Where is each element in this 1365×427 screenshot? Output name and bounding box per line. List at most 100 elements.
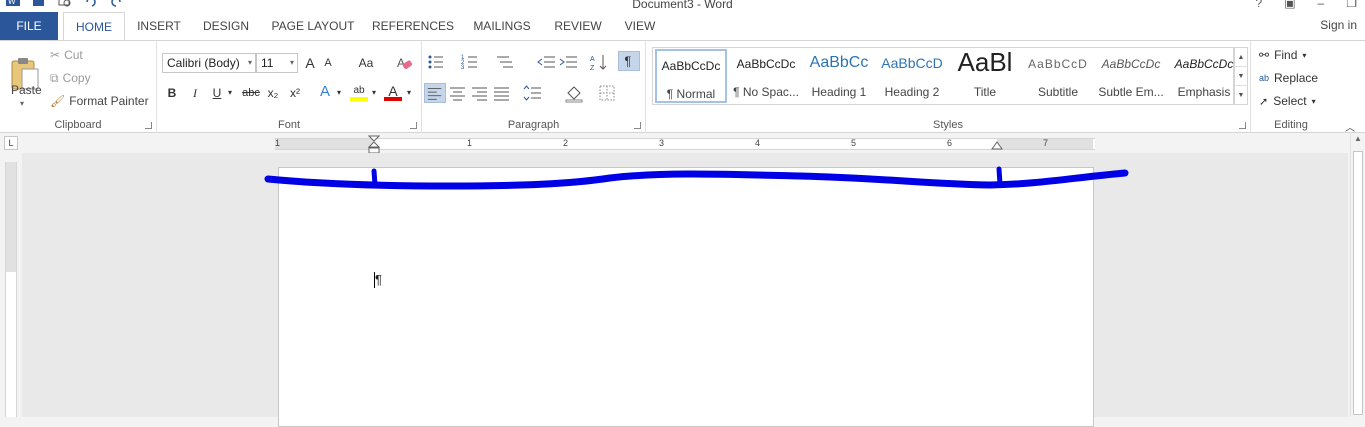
find-button[interactable]: ⚯ Find ▾ (1259, 45, 1306, 65)
style-sample: AaBbCcDc (661, 59, 721, 73)
paragraph-dialog-launcher[interactable] (634, 122, 641, 129)
style-sample: AaBbCcD (1028, 57, 1088, 71)
underline-button[interactable]: U (210, 83, 224, 103)
show-hide-pilcrow-icon[interactable]: ¶ (618, 51, 640, 71)
numbering-icon[interactable]: 123 (460, 52, 482, 72)
chevron-down-icon[interactable]: ▾ (370, 83, 378, 103)
style-subtitle[interactable]: AaBbCcD Subtitle (1022, 49, 1094, 103)
paste-dropdown-arrow[interactable]: ▾ (20, 99, 24, 108)
styles-dialog-launcher[interactable] (1239, 122, 1246, 129)
tab-review[interactable]: REVIEW (552, 12, 604, 41)
tab-mailings[interactable]: MAILINGS (470, 12, 534, 41)
font-group-label: Font (277, 119, 300, 131)
italic-button[interactable]: I (188, 83, 202, 103)
tab-references[interactable]: REFERENCES (372, 12, 454, 41)
style-sample: AaBbCcDc (736, 57, 796, 71)
help-button[interactable]: ? (1256, 0, 1263, 10)
chevron-down-icon[interactable]: ▾ (335, 83, 343, 103)
style-subtle-emphasis[interactable]: AaBbCcDc Subtle Em... (1095, 49, 1167, 103)
borders-icon[interactable] (597, 83, 619, 103)
vertical-scrollbar[interactable]: ▲ (1350, 134, 1365, 417)
style-normal[interactable]: AaBbCcDc ¶ Normal (655, 49, 727, 103)
ribbon-display-options-button[interactable]: ▣ (1284, 0, 1295, 10)
font-dialog-launcher[interactable] (410, 122, 417, 129)
increase-indent-icon[interactable] (558, 52, 580, 72)
style-name: Subtle Em... (1098, 85, 1164, 99)
copy-button[interactable]: ⧉ Copy (50, 69, 91, 87)
shrink-font-button[interactable]: A (321, 53, 335, 73)
ruler-number: 3 (659, 138, 665, 148)
document-page[interactable]: ¶ (278, 167, 1094, 427)
svg-text:A: A (590, 56, 595, 63)
style-emphasis[interactable]: AaBbCcDc Emphasis (1168, 49, 1240, 103)
decrease-indent-icon[interactable] (536, 52, 558, 72)
ruler-number: 2 (563, 138, 569, 148)
font-name-value: Calibri (Body) (167, 56, 240, 70)
justify-icon[interactable] (491, 83, 513, 103)
scroll-down-icon[interactable]: ▼ (1235, 67, 1247, 86)
style-sample: AaBbCcD (881, 55, 943, 71)
grow-font-button[interactable]: A (303, 53, 317, 73)
font-name-combo[interactable]: Calibri (Body) ▾ (162, 53, 256, 73)
select-button[interactable]: ➚ Select ▾ (1259, 91, 1316, 111)
shading-icon[interactable] (564, 83, 586, 103)
font-size-combo[interactable]: 11 ▾ (256, 53, 298, 73)
text-effects-button[interactable]: A (318, 82, 332, 102)
svg-text:3: 3 (461, 65, 465, 71)
replace-button[interactable]: ab Replace (1259, 68, 1318, 88)
tab-insert[interactable]: INSERT (136, 12, 182, 41)
styles-gallery: AaBbCcDc ¶ Normal AaBbCcDc ¶ No Spac... … (652, 47, 1234, 105)
line-spacing-icon[interactable] (522, 83, 544, 103)
subscript-button[interactable]: x₂ (265, 83, 281, 103)
more-styles-icon[interactable]: ▼ (1235, 86, 1247, 105)
minimize-button[interactable]: – (1318, 0, 1325, 10)
style-heading-2[interactable]: AaBbCcD Heading 2 (876, 49, 948, 103)
scrollbar-thumb[interactable] (1353, 151, 1363, 415)
vertical-ruler[interactable] (5, 162, 17, 417)
style-name: ¶ No Spac... (733, 85, 799, 99)
chevron-down-icon: ▾ (1302, 50, 1307, 60)
clear-formatting-icon[interactable]: A (395, 55, 413, 71)
style-name: Title (973, 85, 997, 99)
chevron-down-icon: ▾ (247, 58, 252, 67)
editing-group-label: Editing (1274, 119, 1308, 131)
format-painter-button[interactable]: 🖌 Format Painter (50, 92, 149, 110)
bullets-icon[interactable] (426, 52, 448, 72)
tab-page-layout[interactable]: PAGE LAYOUT (268, 12, 358, 41)
style-sample: AaBbCcDc (1101, 57, 1161, 71)
right-indent-marker-icon[interactable] (991, 141, 1003, 151)
superscript-button[interactable]: x² (287, 83, 303, 103)
align-left-icon[interactable] (424, 83, 446, 103)
tab-home[interactable]: HOME (63, 12, 125, 41)
collapse-ribbon-icon[interactable]: ︿ (1345, 119, 1355, 134)
multilevel-list-icon[interactable] (494, 52, 516, 72)
bold-button[interactable]: B (165, 83, 179, 103)
strikethrough-button[interactable]: abc (240, 83, 262, 103)
style-no-spacing[interactable]: AaBbCcDc ¶ No Spac... (730, 49, 802, 103)
tab-file[interactable]: FILE (0, 12, 58, 41)
style-heading-1[interactable]: AaBbCc Heading 1 (803, 49, 875, 103)
sign-in-link[interactable]: Sign in (1320, 18, 1357, 32)
style-title[interactable]: AaBl Title (949, 47, 1021, 103)
highlight-button[interactable]: ab (350, 81, 368, 101)
indent-markers-icon[interactable] (368, 135, 380, 155)
align-center-icon[interactable] (447, 83, 469, 103)
scroll-up-icon[interactable]: ▲ (1351, 134, 1365, 143)
paste-button[interactable]: Paste (11, 83, 42, 97)
sort-icon[interactable]: AZ (588, 52, 610, 72)
change-case-button[interactable]: Aa (353, 53, 379, 73)
tab-selector[interactable]: L (4, 136, 18, 150)
clipboard-dialog-launcher[interactable] (145, 122, 152, 129)
chevron-down-icon[interactable]: ▾ (226, 83, 234, 103)
align-right-icon[interactable] (469, 83, 491, 103)
horizontal-ruler[interactable]: 1 1 2 3 4 5 6 7 (275, 135, 1095, 154)
font-color-button[interactable]: A (384, 81, 402, 101)
tab-design[interactable]: DESIGN (200, 12, 252, 41)
cut-button[interactable]: ✂ Cut (50, 46, 83, 64)
scroll-up-icon[interactable]: ▲ (1235, 48, 1247, 67)
tab-view[interactable]: VIEW (620, 12, 660, 41)
style-sample: AaBl (957, 47, 1013, 77)
chevron-down-icon[interactable]: ▾ (405, 83, 413, 103)
styles-gallery-scroller: ▲ ▼ ▼ (1234, 47, 1248, 105)
restore-button[interactable]: ❐ (1346, 0, 1357, 10)
